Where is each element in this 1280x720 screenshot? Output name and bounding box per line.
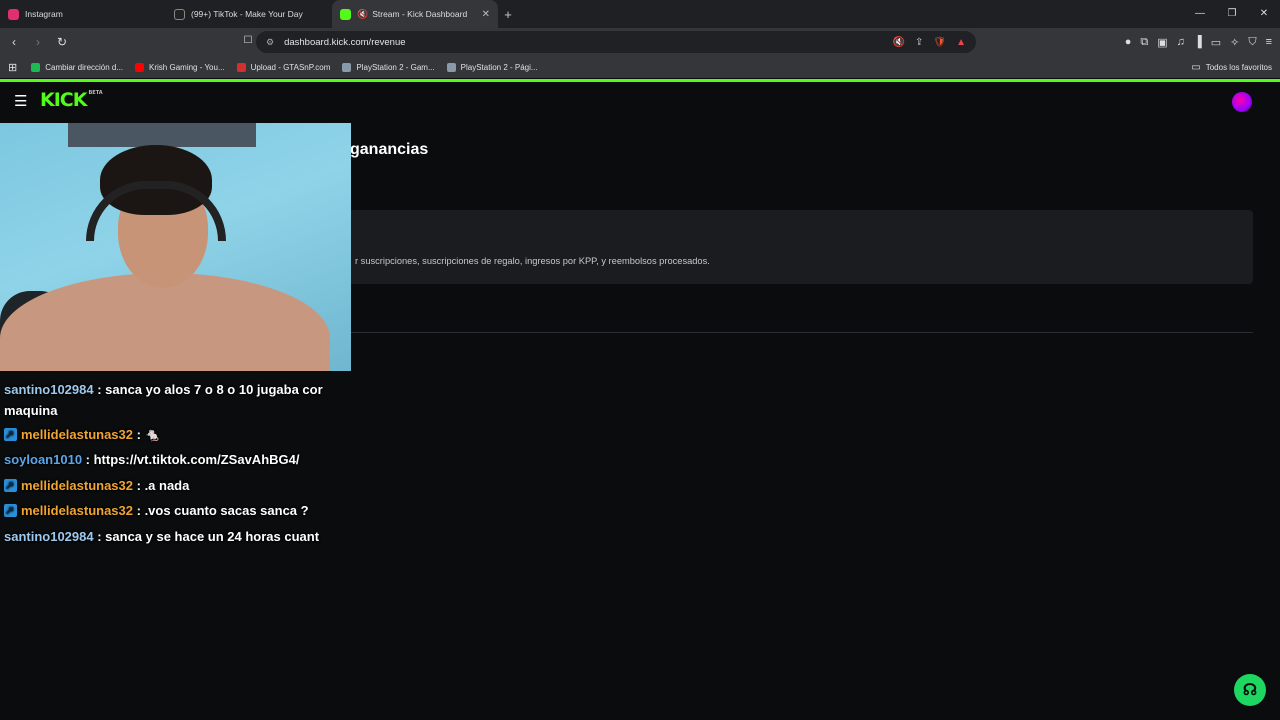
all-favorites[interactable]: ▭ Todos los favoritos [1191, 62, 1272, 73]
chat-message: soyloan1010 : https://vt.tiktok.com/ZSav… [4, 452, 300, 467]
bookmark-item[interactable]: Krish Gaming - You... [135, 62, 225, 72]
brave-shield-icon[interactable]: 🛡 [933, 37, 946, 48]
tab-instagram[interactable]: Instagram [0, 0, 166, 28]
instagram-icon [8, 8, 19, 20]
subscriber-badge-icon [4, 501, 17, 521]
hamburger-menu-icon[interactable]: ☰ [14, 92, 27, 110]
rewards-icon[interactable]: ▲ [956, 37, 966, 48]
kick-logo[interactable]: KICK BETA [40, 89, 103, 111]
bookmark-item[interactable]: PlayStation 2 - Gam... [342, 62, 435, 72]
chat-message: mellidelastunas32 : 🐁 [4, 424, 326, 445]
reload-icon[interactable]: ↻ [52, 35, 72, 49]
extensions-area: ● ⧉ ▣ ♫ ▐ ▭ ✧ ⛉ ≡ [1125, 28, 1272, 56]
url-text: dashboard.kick.com/revenue [284, 36, 406, 48]
tab-label: Stream - Kick Dashboard [372, 9, 468, 19]
kick-top-nav: ☰ KICK BETA [0, 82, 1280, 118]
share-icon[interactable]: ⇪ [915, 37, 923, 48]
tiktok-icon [174, 8, 185, 20]
kick-icon [340, 8, 351, 20]
vpn-icon[interactable]: ⛉ [1248, 36, 1256, 49]
chat-text: sanca yo alos 7 o 8 o 10 jugaba cor [105, 382, 323, 397]
bookmark-label: Cambiar dirección d... [45, 62, 124, 72]
wall-shelf [68, 123, 256, 147]
chat-text: sanca y se hace un 24 horas cuant [105, 529, 320, 544]
avatar[interactable] [1232, 92, 1252, 112]
mouse-emote-icon: 🐁 [144, 427, 161, 442]
chat-message: mellidelastunas32 : .vos cuanto sacas sa… [4, 500, 326, 521]
bookmark-item[interactable]: PlayStation 2 - Pági... [446, 62, 538, 72]
card-description: r suscripciones, suscripciones de regalo… [355, 256, 710, 266]
leo-icon[interactable]: ✧ [1230, 36, 1239, 49]
bookmark-favicon-icon [31, 62, 41, 72]
chat-text: .a nada [144, 478, 190, 493]
support-chat-button[interactable]: ☊ [1234, 674, 1266, 706]
subscriber-badge-icon [4, 476, 17, 496]
favorites-label: Todos los favoritos [1205, 62, 1272, 72]
screenshot-icon[interactable]: ▣ [1157, 36, 1167, 49]
chat-message: mellidelastunas32 : .a nada [4, 475, 326, 496]
sidebar-icon[interactable]: ▐ [1194, 36, 1202, 48]
chat-message: santino102984 : sanca yo alos 7 o 8 o 10… [4, 382, 323, 397]
forward-icon[interactable]: › [28, 35, 48, 49]
youtube-icon [135, 62, 145, 72]
bookmark-label: Krish Gaming - You... [149, 62, 225, 72]
bookmark-favicon-icon [342, 62, 352, 72]
bookmark-label: PlayStation 2 - Pági... [460, 62, 538, 72]
chat-message: santino102984 : sanca y se hace un 24 ho… [4, 529, 320, 544]
tab-kick-dashboard[interactable]: 🔇 Stream - Kick Dashboard ✕ [332, 0, 498, 28]
tab-label: Instagram [25, 9, 63, 19]
webcam-overlay [0, 123, 351, 371]
bookmark-label: Upload - GTASnP.com [250, 62, 331, 72]
bookmark-label: PlayStation 2 - Gam... [356, 62, 435, 72]
browser-toolbar: ‹ › ↻ ☐ ⚙ dashboard.kick.com/revenue 🔇 ⇪… [0, 28, 1280, 56]
subscriber-badge-icon [4, 425, 17, 445]
revenue-info-card: r suscripciones, suscripciones de regalo… [336, 210, 1253, 284]
music-icon[interactable]: ♫ [1177, 36, 1185, 48]
chat-message-continued: maquina [4, 403, 58, 418]
chat-username: mellidelastunas32 [21, 427, 133, 442]
tab-tiktok[interactable]: (99+) TikTok - Make Your Day [166, 0, 332, 28]
muted-audio-icon[interactable]: 🔇 [357, 9, 368, 20]
divider [336, 332, 1253, 333]
chat-username: mellidelastunas32 [21, 503, 133, 518]
puzzle-icon[interactable]: ⧉ [1140, 36, 1148, 49]
beta-tag: BETA [88, 90, 103, 96]
address-bar[interactable]: ⚙ dashboard.kick.com/revenue 🔇 ⇪ 🛡 ▲ [256, 31, 976, 53]
back-icon[interactable]: ‹ [4, 35, 24, 49]
bookmark-item[interactable]: Cambiar dirección d... [31, 62, 124, 72]
bookmark-favicon-icon [446, 62, 456, 72]
new-tab-button[interactable]: + [498, 7, 518, 22]
minimize-button[interactable]: — [1184, 0, 1216, 28]
window-controls: — ❐ ✕ [1184, 0, 1280, 28]
headset-icon: ☊ [1242, 682, 1258, 699]
extension-icon[interactable]: ● [1125, 36, 1132, 48]
site-info-icon[interactable]: ⚙ [266, 37, 274, 48]
page-title: ganancias [350, 141, 429, 158]
bookmarks-bar: ⊞ Cambiar dirección d... Krish Gaming - … [0, 56, 1280, 78]
chat-username: santino102984 [4, 529, 94, 544]
restore-button[interactable]: ❐ [1216, 0, 1248, 28]
bookmark-item[interactable]: Upload - GTASnP.com [236, 62, 331, 72]
wallet-icon[interactable]: ▭ [1211, 36, 1221, 49]
chat-username: mellidelastunas32 [21, 478, 133, 493]
logo-text: KICK [40, 89, 87, 111]
close-window-button[interactable]: ✕ [1248, 0, 1280, 28]
chat-username: santino102984 [4, 382, 94, 397]
bookmark-icon[interactable]: ☐ [238, 35, 258, 46]
tab-label: (99+) TikTok - Make Your Day [191, 9, 303, 19]
mute-icon[interactable]: 🔇 [893, 37, 905, 48]
chat-text: .vos cuanto sacas sanca ? [144, 503, 309, 518]
menu-icon[interactable]: ≡ [1266, 36, 1272, 48]
chat-text: https://vt.tiktok.com/ZSavAhBG4/ [93, 452, 300, 467]
chat-username: soyloan1010 [4, 452, 83, 467]
browser-tab-bar: Instagram (99+) TikTok - Make Your Day 🔇… [0, 0, 1280, 28]
close-tab-icon[interactable]: ✕ [482, 9, 490, 20]
folder-icon: ▭ [1191, 61, 1201, 73]
bookmark-favicon-icon [236, 62, 246, 72]
apps-grid-icon[interactable]: ⊞ [8, 61, 17, 74]
